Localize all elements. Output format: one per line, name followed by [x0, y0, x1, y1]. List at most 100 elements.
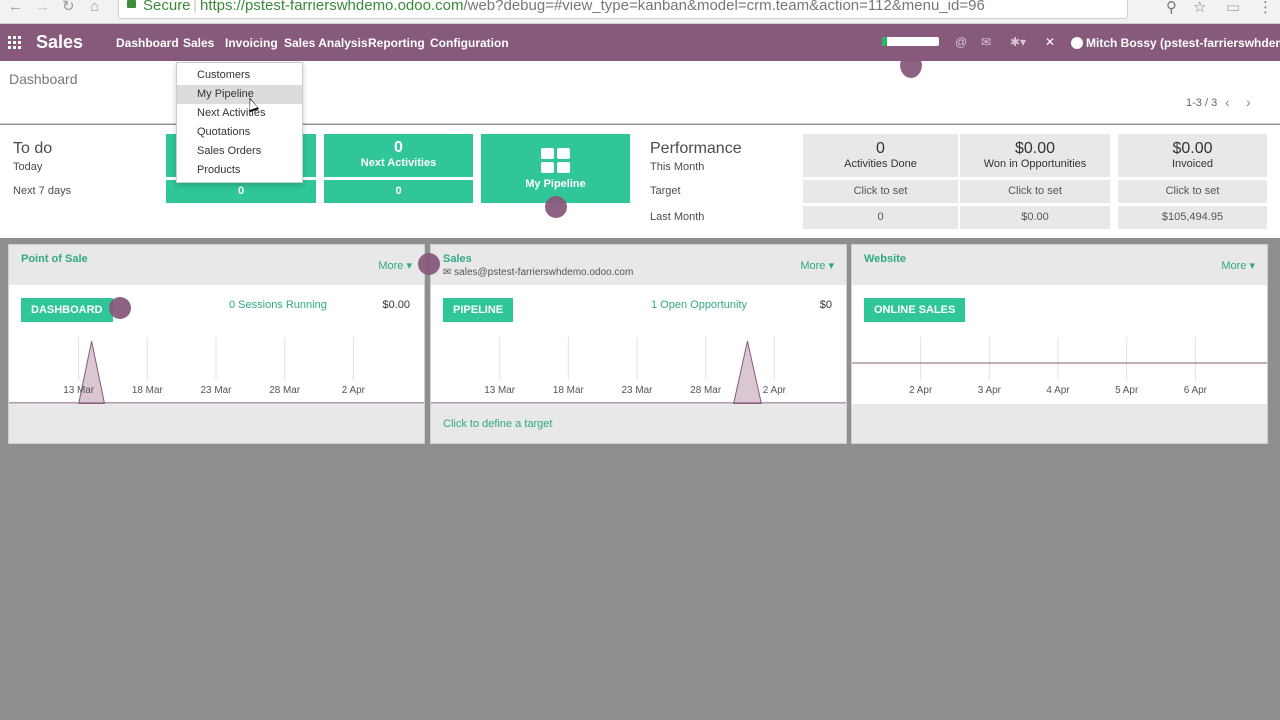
menu-dashboard[interactable]: Dashboard	[116, 36, 179, 50]
tour-tip-pin[interactable]	[109, 297, 131, 319]
website-sparkline-chart: 2 Apr 3 Apr 4 Apr 5 Apr 6 Apr	[852, 337, 1267, 396]
won-target[interactable]: Click to set	[960, 180, 1110, 203]
reload-icon[interactable]: ↻	[62, 0, 75, 14]
define-target-link[interactable]: Click to define a target	[443, 418, 552, 430]
menu-item-next-activities[interactable]: Next Activities	[177, 104, 302, 123]
star-icon[interactable]: ☆	[1193, 0, 1206, 16]
activities-done-label: Activities Done	[844, 158, 917, 170]
tick-label: 28 Mar	[690, 385, 722, 396]
invoiced-target[interactable]: Click to set	[1118, 180, 1267, 203]
next-activities-next7[interactable]: 0	[324, 180, 473, 203]
next7-label: Next 7 days	[13, 185, 72, 197]
menu-item-customers[interactable]: Customers	[177, 66, 302, 85]
menu-invoicing[interactable]: Invoicing	[225, 36, 278, 50]
tick-label: 3 Apr	[978, 385, 1002, 396]
my-pipeline-label: My Pipeline	[525, 178, 586, 190]
my-pipeline-tile[interactable]: My Pipeline	[481, 134, 630, 203]
tick-label: 13 Mar	[484, 385, 516, 396]
chart-peak	[732, 341, 762, 404]
card-title[interactable]: Point of Sale	[21, 253, 88, 265]
card-amount: $0	[819, 299, 832, 311]
pipeline-button[interactable]: PIPELINE	[443, 298, 514, 322]
invoiced-cell[interactable]: $0.00 Invoiced	[1118, 134, 1267, 177]
card-title[interactable]: Sales	[443, 253, 472, 265]
tick-label: 18 Mar	[132, 385, 164, 396]
activities-last-month: 0	[803, 206, 958, 229]
todo-title: To do	[13, 140, 53, 157]
pager-prev-icon[interactable]: ‹	[1225, 94, 1230, 110]
app-switcher-icon[interactable]	[8, 36, 22, 49]
card-amount: $0.00	[382, 299, 410, 311]
more-dropdown[interactable]: More ▾	[378, 259, 412, 272]
tick-label: 23 Mar	[201, 385, 233, 396]
tick-label: 2 Apr	[763, 385, 787, 396]
app-title: Sales	[36, 32, 84, 52]
sessions-running-link[interactable]: 0 Sessions Running	[229, 299, 327, 311]
at-icon[interactable]: @	[955, 35, 967, 49]
next-activities-count: 0	[394, 139, 403, 156]
performance-title: Performance	[650, 140, 742, 157]
pos-sparkline-chart: 13 Mar 18 Mar 23 Mar 28 Mar 2 Apr	[9, 337, 424, 404]
sales-dropdown-menu: Customers My Pipeline Next Activities Qu…	[176, 62, 303, 183]
chat-icon[interactable]: ✉	[981, 35, 991, 49]
progress-fill	[882, 37, 887, 46]
pager-value[interactable]: 1-3 / 3	[1186, 97, 1217, 109]
tour-tip-pin[interactable]	[418, 253, 440, 275]
open-opportunity-link[interactable]: 1 Open Opportunity	[651, 299, 747, 311]
browser-menu-icon[interactable]: ⋮	[1258, 0, 1273, 16]
tick-label: 2 Apr	[342, 385, 366, 396]
tools-icon[interactable]: ✕	[1045, 35, 1055, 49]
user-menu[interactable]: Mitch Bossy (pstest-farrierswhdemo) ▾	[1071, 36, 1280, 50]
pos-card: Point of Sale More ▾ DASHBOARD 0 Session…	[8, 244, 425, 444]
last-month-label: Last Month	[650, 211, 705, 223]
card-title[interactable]: Website	[864, 253, 906, 265]
won-opportunities-value: $0.00	[1014, 140, 1056, 157]
activities-done-cell[interactable]: 0 Activities Done	[803, 134, 958, 177]
menu-sales[interactable]: Sales	[183, 36, 214, 50]
dashboard-button[interactable]: DASHBOARD	[21, 298, 113, 322]
online-sales-button[interactable]: ONLINE SALES	[864, 298, 966, 322]
won-last-month: $0.00	[960, 206, 1110, 229]
invoiced-last-month: $105,494.95	[1118, 206, 1267, 229]
tour-tip-pin[interactable]	[545, 196, 567, 218]
address-bar[interactable]: Secure | https://pstest-farrierswhdemo.o…	[118, 0, 1128, 19]
today-label: Today	[13, 161, 43, 173]
menu-reporting[interactable]: Reporting	[368, 36, 425, 50]
sales-sparkline-chart: 13 Mar 18 Mar 23 Mar 28 Mar 2 Apr	[431, 337, 846, 404]
tick-label: 2 Apr	[909, 385, 933, 396]
invoiced-value: $0.00	[1172, 140, 1213, 157]
activities-done-value: 0	[876, 140, 885, 157]
breadcrumb: Dashboard	[9, 71, 78, 87]
next-activities-tile[interactable]: 0 Next Activities	[324, 134, 473, 177]
activities-target[interactable]: Click to set	[803, 180, 958, 203]
progress-bar[interactable]	[882, 37, 939, 46]
browser-toolbar: ← → ↻ ⌂ Secure | https://pstest-farriers…	[0, 0, 1280, 24]
next-activities-label: Next Activities	[360, 157, 437, 169]
todo-tile-next7[interactable]: 0	[166, 180, 316, 203]
more-dropdown[interactable]: More ▾	[800, 259, 834, 272]
forward-icon[interactable]: →	[35, 0, 50, 14]
pager-next-icon[interactable]: ›	[1246, 94, 1251, 110]
menu-configuration[interactable]: Configuration	[430, 36, 509, 50]
website-card: Website More ▾ ONLINE SALES 2 Apr 3 Apr …	[851, 244, 1268, 444]
tick-label: 5 Apr	[1115, 385, 1139, 396]
back-icon[interactable]: ←	[8, 0, 23, 14]
won-opportunities-label: Won in Opportunities	[983, 158, 1087, 170]
sales-team-card: Sales ✉ sales@pstest-farrierswhdemo.odoo…	[430, 244, 847, 444]
pipeline-icon	[541, 148, 570, 173]
tick-label: 4 Apr	[1046, 385, 1070, 396]
invoiced-label: Invoiced	[1172, 158, 1213, 170]
search-icon[interactable]: ⚲	[1166, 0, 1177, 16]
menu-sales-analysis[interactable]: Sales Analysis	[284, 36, 368, 50]
extension-icon[interactable]: ▭	[1226, 0, 1240, 16]
debug-icon[interactable]: ✱▾	[1010, 35, 1026, 49]
menu-item-my-pipeline[interactable]: My Pipeline	[177, 85, 302, 104]
home-icon[interactable]: ⌂	[90, 0, 99, 14]
menu-item-quotations[interactable]: Quotations	[177, 123, 302, 142]
tick-label: 6 Apr	[1184, 385, 1208, 396]
won-opportunities-cell[interactable]: $0.00 Won in Opportunities	[960, 134, 1110, 177]
more-dropdown[interactable]: More ▾	[1221, 259, 1255, 272]
menu-item-sales-orders[interactable]: Sales Orders	[177, 142, 302, 161]
team-email: ✉ sales@pstest-farrierswhdemo.odoo.com	[443, 267, 634, 278]
menu-item-products[interactable]: Products	[177, 161, 302, 180]
